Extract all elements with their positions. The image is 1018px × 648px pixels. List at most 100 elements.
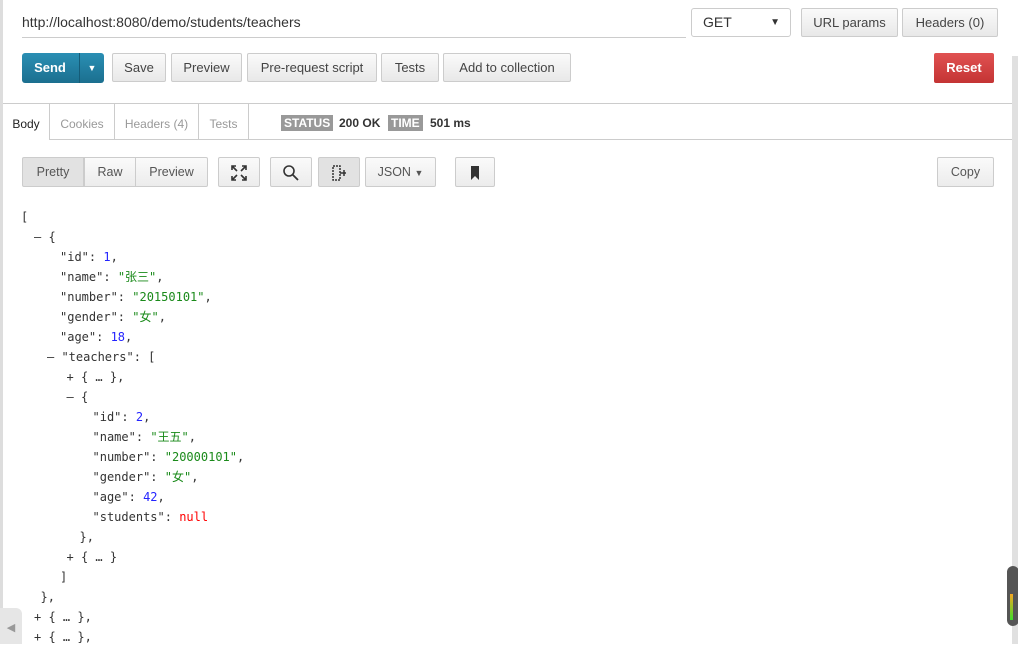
json-token: :: [128, 490, 144, 504]
caret-down-icon: ▼: [414, 168, 424, 178]
json-token: 1: [103, 250, 111, 264]
method-value: GET: [703, 14, 732, 30]
tab-body[interactable]: Body: [3, 104, 50, 140]
collapse-toggle[interactable]: –: [67, 390, 81, 404]
json-line: "gender": "女",: [21, 307, 244, 327]
json-token: "20000101": [164, 450, 237, 464]
json-token: },: [79, 530, 94, 544]
json-token: "teachers": [61, 350, 134, 364]
scroll-indicator[interactable]: [1007, 566, 1018, 626]
tab-tests[interactable]: Tests: [199, 104, 249, 139]
json-line: + { … },: [21, 367, 244, 387]
json-token: :: [117, 310, 133, 324]
expand-toggle[interactable]: +: [34, 630, 48, 644]
json-token: :: [150, 470, 165, 484]
json-token: [: [21, 210, 29, 224]
json-token: ,: [237, 450, 245, 464]
scroll-left-arrow-icon[interactable]: ◀: [0, 608, 22, 644]
json-token: :: [164, 510, 180, 524]
json-token: 42: [143, 490, 158, 504]
json-line: "age": 18,: [21, 327, 244, 347]
divider: [50, 139, 1012, 140]
json-line: + { … },: [21, 627, 244, 647]
json-token: { … }: [80, 550, 118, 564]
format-dropdown[interactable]: JSON ▼: [365, 157, 436, 187]
json-token: "女": [164, 470, 192, 484]
json-token: : [: [133, 350, 156, 364]
copy-button[interactable]: Copy: [937, 157, 994, 187]
headers-button[interactable]: Headers (0): [902, 8, 998, 37]
scroll-level-fill: [1010, 593, 1013, 620]
tests-button[interactable]: Tests: [381, 53, 439, 82]
json-token: 18: [110, 330, 126, 344]
json-token: "gender": [92, 470, 151, 484]
json-line: },: [21, 527, 244, 547]
json-token: "女": [132, 310, 159, 324]
json-token: "20150101": [132, 290, 205, 304]
format-value: JSON: [377, 165, 411, 179]
url-input[interactable]: http://localhost:8080/demo/students/teac…: [22, 8, 686, 38]
json-token: {: [80, 390, 89, 404]
bookmark-icon[interactable]: [455, 157, 495, 187]
json-token: ]: [60, 570, 68, 584]
json-line: "id": 2,: [21, 407, 244, 427]
expand-toggle[interactable]: +: [67, 550, 81, 564]
json-line: "gender": "女",: [21, 467, 244, 487]
json-token: ,: [158, 310, 166, 324]
collapse-toggle[interactable]: –: [34, 230, 48, 244]
json-token: "number": [92, 450, 151, 464]
expand-toggle[interactable]: +: [67, 370, 81, 384]
json-line: [: [21, 207, 244, 227]
send-button[interactable]: Send ▼: [22, 53, 104, 83]
send-label: Send: [34, 60, 66, 75]
pre-request-script-button[interactable]: Pre-request script: [247, 53, 377, 82]
collapse-toggle[interactable]: –: [47, 350, 61, 364]
json-token: :: [117, 290, 133, 304]
url-params-button[interactable]: URL params: [801, 8, 898, 37]
time-value: 501 ms: [430, 116, 471, 130]
json-line: – {: [21, 387, 244, 407]
search-icon[interactable]: [270, 157, 312, 187]
expand-toggle[interactable]: +: [34, 610, 48, 624]
status-value: 200 OK: [339, 116, 381, 130]
send-dropdown-caret-icon[interactable]: ▼: [79, 53, 104, 83]
raw-button[interactable]: Raw: [84, 157, 136, 187]
json-line: },: [21, 587, 244, 607]
json-viewer: [– {"id": 1, "name": "张三", "number": "2015…: [21, 207, 244, 647]
json-token: "name": [92, 430, 136, 444]
add-to-collection-button[interactable]: Add to collection: [443, 53, 571, 82]
json-line: + { … },: [21, 607, 244, 627]
json-token: "number": [60, 290, 118, 304]
expand-icon[interactable]: [218, 157, 260, 187]
json-token: ,: [143, 410, 151, 424]
json-line: "number": "20150101",: [21, 287, 244, 307]
json-token: {: [48, 230, 56, 244]
json-line: + { … }: [21, 547, 244, 567]
tab-headers[interactable]: Headers (4): [115, 104, 199, 139]
tab-cookies[interactable]: Cookies: [50, 104, 115, 139]
time-label: TIME: [388, 115, 423, 131]
json-line: "name": "王五",: [21, 427, 244, 447]
json-token: ,: [125, 330, 133, 344]
json-line: "name": "张三",: [21, 267, 244, 287]
json-line: "age": 42,: [21, 487, 244, 507]
json-token: :: [135, 430, 151, 444]
json-token: { … },: [48, 630, 92, 644]
vertical-scrollbar[interactable]: [1012, 56, 1018, 644]
json-token: :: [96, 330, 111, 344]
reset-button[interactable]: Reset: [934, 53, 994, 83]
json-token: },: [40, 590, 55, 604]
preview-button[interactable]: Preview: [171, 53, 242, 82]
method-select[interactable]: GET ▼: [691, 8, 791, 37]
json-token: { … },: [48, 610, 92, 624]
wrap-icon[interactable]: [318, 157, 360, 187]
status-label: STATUS: [281, 115, 334, 131]
json-line: ]: [21, 567, 244, 587]
save-button[interactable]: Save: [112, 53, 166, 82]
preview-view-button[interactable]: Preview: [135, 157, 208, 187]
pretty-button[interactable]: Pretty: [22, 157, 84, 187]
json-token: "students": [92, 510, 165, 524]
json-token: ,: [204, 290, 212, 304]
json-token: ,: [188, 430, 196, 444]
json-token: "王五": [150, 430, 189, 444]
